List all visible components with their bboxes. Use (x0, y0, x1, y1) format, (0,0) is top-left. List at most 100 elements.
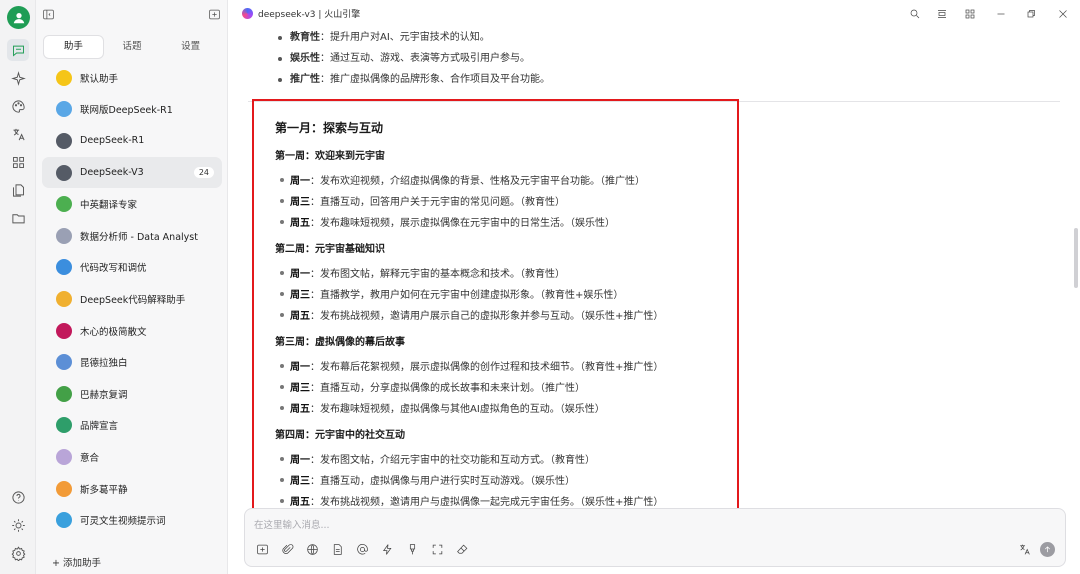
sidebar-item-label: 昆德拉独白 (80, 358, 128, 370)
message-content: 教育性：提升用户对AI、元宇宙技术的认知。 娱乐性：通过互动、游戏、表演等方式吸… (228, 28, 1080, 510)
face-icon (56, 290, 72, 307)
topic-count-badge: 24 (193, 167, 214, 179)
sidebar-item-label: 巴赫京复调 (80, 389, 128, 401)
search-icon[interactable] (907, 6, 923, 22)
mention-at-icon[interactable] (354, 541, 370, 557)
week-heading: 第一周：欢迎来到元宇宙 (275, 151, 385, 162)
eraser-icon[interactable] (454, 541, 470, 557)
collapse-sidebar-icon[interactable] (40, 6, 56, 22)
list-item: 周一：发布图文帖，解释元宇宙的基本概念和技术。（教育性） (280, 265, 565, 280)
notebook-icon (56, 385, 72, 402)
sparkle-icon[interactable] (7, 67, 29, 89)
model-logo-icon (242, 8, 253, 19)
message-input[interactable]: 在这里输入消息... (254, 517, 330, 531)
chat-icon[interactable] (7, 39, 29, 61)
books-icon (56, 196, 72, 213)
sidebar-item-assistant[interactable]: 木心的极简散文 (42, 315, 222, 347)
settings-gear-icon[interactable] (7, 542, 29, 564)
monitor-icon (56, 259, 72, 276)
knowledge-base-icon[interactable] (329, 541, 345, 557)
files-icon[interactable] (7, 179, 29, 201)
new-topic-icon[interactable] (254, 541, 270, 557)
attachment-icon[interactable] (279, 541, 295, 557)
help-icon[interactable] (7, 486, 29, 508)
quick-phrase-bolt-icon[interactable] (379, 541, 395, 557)
robot-icon (56, 132, 72, 149)
sidebar-item-label: 中英翻译专家 (80, 200, 138, 212)
sidebar-item-assistant[interactable]: 可灵文生视频提示词 (42, 504, 222, 536)
sidebar-item-assistant[interactable]: 数据分析师 - Data Analyst (42, 220, 222, 252)
upper-bullet-list: 教育性：提升用户对AI、元宇宙技术的认知。 娱乐性：通过互动、游戏、表演等方式吸… (276, 28, 550, 91)
layout-icon[interactable] (934, 6, 950, 22)
new-chat-icon[interactable] (206, 6, 222, 22)
sidebar-item-assistant[interactable]: DeepSeek-V3 24 (42, 156, 222, 189)
globe-icon (56, 101, 72, 118)
add-assistant-button[interactable]: + 添加助手 (52, 555, 101, 569)
sidebar-item-assistant[interactable]: 斯多葛平静 (42, 473, 222, 505)
sidebar-item-assistant[interactable]: 品牌宣言 (42, 410, 222, 442)
sidebar-item-label: DeepSeek-V3 (80, 167, 144, 179)
list-item: 周一：发布欢迎视频，介绍虚拟偶像的背景、性格及元宇宙平台功能。（推广性） (280, 172, 645, 187)
sidebar-item-assistant[interactable]: 默认助手 (42, 62, 222, 94)
sidebar-item-label: 意合 (80, 452, 100, 464)
expand-icon[interactable] (429, 541, 445, 557)
sidebar-item-label: 数据分析师 - Data Analyst (80, 231, 198, 243)
maximize-window-icon[interactable] (1023, 6, 1039, 22)
sidebar-item-label: 联网版DeepSeek-R1 (80, 105, 173, 117)
chat-main: deepseek-v3 | 火山引擎 教育性：提升用户对AI、元宇宙技术的认知。… (228, 0, 1080, 574)
folder-icon[interactable] (7, 207, 29, 229)
sidebar-item-assistant[interactable]: 昆德拉独白 (42, 346, 222, 378)
sidebar-item-assistant[interactable]: 巴赫京复调 (42, 378, 222, 410)
web-search-globe-icon[interactable] (304, 541, 320, 557)
sidebar-item-assistant[interactable]: 联网版DeepSeek-R1 (42, 94, 222, 126)
list-item: 周一：发布幕后花絮视频，展示虚拟偶像的创作过程和技术细节。（教育性+推广性） (279, 358, 663, 373)
clear-brush-icon[interactable] (404, 541, 420, 557)
assistant-list: 默认助手 联网版DeepSeek-R1 DeepSeek-R1 DeepSeek-V3… (36, 62, 228, 536)
tab-topics[interactable]: 话题 (103, 36, 162, 58)
apps-grid-icon[interactable] (7, 151, 29, 173)
sidebar-item-label: 品牌宣言 (80, 421, 119, 433)
translate-icon[interactable] (7, 123, 29, 145)
sidebar-item-label: 木心的极简散文 (80, 326, 147, 338)
send-controls (1008, 541, 1055, 557)
user-avatar[interactable] (7, 6, 30, 29)
sidebar-item-assistant[interactable]: DeepSeek-R1 (42, 125, 222, 157)
scrollbar[interactable] (1074, 228, 1078, 288)
sidebar-item-label: 斯多葛平静 (80, 484, 128, 496)
sidebar-item-assistant[interactable]: 中英翻译专家 (42, 188, 222, 220)
sidebar-item-assistant[interactable]: DeepSeek代码解释助手 (42, 283, 222, 315)
sidebar-item-label: DeepSeek代码解释助手 (80, 294, 186, 306)
list-item: 教育性：提升用户对AI、元宇宙技术的认知。 (276, 28, 550, 49)
sidebar-tabs: 助手 话题 设置 (44, 36, 220, 58)
list-item: 周三：直播教学，教用户如何在元宇宙中创建虚拟形象。（教育性+娱乐性） (279, 286, 623, 301)
close-window-icon[interactable] (1055, 6, 1071, 22)
send-button[interactable] (1040, 541, 1055, 557)
open-book-icon (56, 354, 72, 371)
icon-rail (0, 0, 36, 574)
list-item: 推广性：推广虚拟偶像的品牌形象、合作项目及平台功能。 (276, 70, 550, 91)
sidebar-item-assistant[interactable]: 代码改写和调优 (42, 252, 222, 284)
week-heading: 第二周：元宇宙基础知识 (275, 244, 385, 255)
list-item: 周五：发布趣味短视频，虚拟偶像与其他AI虚拟角色的互动。（娱乐性） (280, 400, 605, 415)
message-input-box[interactable]: 在这里输入消息... (244, 508, 1066, 567)
minimize-window-icon[interactable] (993, 6, 1009, 22)
sidebar-toolbar (36, 0, 228, 28)
tab-assistants[interactable]: 助手 (44, 36, 103, 58)
week-heading: 第三周：虚拟偶像的幕后故事 (275, 337, 405, 348)
theme-sun-icon[interactable] (7, 514, 29, 536)
palette-icon[interactable] (7, 95, 29, 117)
list-item: 周三：直播互动，分享虚拟偶像的成长故事和未来计划。（推广性） (280, 379, 585, 394)
sidebar-item-assistant[interactable]: 意合 (42, 441, 222, 473)
sidebar-item-label: 代码改写和调优 (80, 263, 147, 275)
list-item: 周三：直播互动，虚拟偶像与用户进行实时互动游戏。（娱乐性） (280, 472, 575, 487)
sidebar-item-label: 默认助手 (80, 73, 119, 85)
minapp-grid-icon[interactable] (962, 6, 978, 22)
translate-input-icon[interactable] (1016, 541, 1032, 557)
tab-settings[interactable]: 设置 (161, 36, 220, 58)
screen-icon (56, 512, 72, 529)
book-icon (56, 322, 72, 339)
chat-icon (56, 448, 72, 465)
robot-icon (56, 164, 72, 181)
model-title[interactable]: deepseek-v3 | 火山引擎 (242, 7, 360, 20)
list-item: 周五：发布挑战视频，邀请用户与虚拟偶像一起完成元宇宙任务。（娱乐性+推广性） (279, 493, 663, 508)
